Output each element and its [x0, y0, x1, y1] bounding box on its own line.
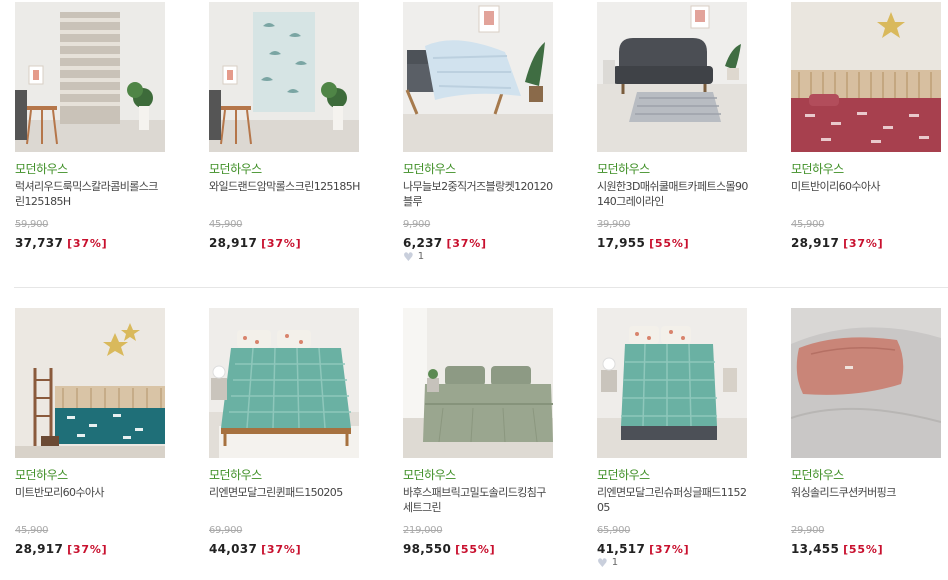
brand-name[interactable]: 모던하우스 [791, 466, 844, 483]
price-line: 37,737 [37%] [15, 232, 108, 251]
sale-price: 28,917 [791, 236, 840, 250]
row-divider [14, 287, 948, 288]
like-button[interactable]: ♥ 1 [597, 555, 619, 570]
original-price: 69,900 [209, 525, 243, 536]
product-name[interactable]: 와일드랜드암막롤스크린125185H [209, 179, 361, 194]
discount-rate: [37%] [649, 543, 690, 556]
like-count: 1 [611, 557, 619, 568]
product-image[interactable] [791, 2, 941, 152]
price-line: 44,037 [37%] [209, 538, 302, 557]
brand-name[interactable]: 모던하우스 [209, 160, 262, 177]
original-price: 65,900 [597, 525, 631, 536]
discount-rate: [37%] [67, 543, 108, 556]
like-count: 1 [417, 251, 425, 262]
product-name[interactable]: 바후스패브릭고밀도솔리드킹침구세트그린 [403, 485, 555, 515]
sale-price: 44,037 [209, 542, 258, 556]
price-line: 28,917 [37%] [791, 232, 884, 251]
original-price: 219,000 [403, 525, 443, 536]
price-line: 41,517 [37%] [597, 538, 690, 557]
brand-name[interactable]: 모던하우스 [209, 466, 262, 483]
discount-rate: [55%] [843, 543, 884, 556]
product-image[interactable] [15, 308, 165, 458]
original-price: 45,900 [791, 219, 825, 230]
product-image[interactable] [209, 2, 359, 152]
brand-name[interactable]: 모던하우스 [15, 466, 68, 483]
brand-name[interactable]: 모던하우스 [403, 160, 456, 177]
price-line: 28,917 [37%] [209, 232, 302, 251]
price-line: 28,917 [37%] [15, 538, 108, 557]
price-line: 98,550 [55%] [403, 538, 496, 557]
discount-rate: [37%] [261, 237, 302, 250]
product-image[interactable] [791, 308, 941, 458]
sale-price: 28,917 [15, 542, 64, 556]
price-line: 17,955 [55%] [597, 232, 690, 251]
product-row-1: 모던하우스 럭셔리우드룩믹스칼라콤비롤스크린125185H 59,900 37,… [0, 0, 948, 270]
sale-price: 13,455 [791, 542, 840, 556]
sale-price: 6,237 [403, 236, 443, 250]
discount-rate: [37%] [446, 237, 487, 250]
product-name[interactable]: 나무늘보2중직거즈블랑켓120120블루 [403, 179, 555, 209]
product-name[interactable]: 워싱솔리드쿠션커버핑크 [791, 485, 943, 500]
brand-name[interactable]: 모던하우스 [597, 160, 650, 177]
product-name[interactable]: 리엔면모달그린퀸패드150205 [209, 485, 361, 500]
product-name[interactable]: 시원한3D매쉬쿨매트카페트스몰90140그레이라인 [597, 179, 749, 209]
price-line: 13,455 [55%] [791, 538, 884, 557]
product-image[interactable] [15, 2, 165, 152]
product-name[interactable]: 미트반모리60수아사 [15, 485, 167, 500]
heart-icon: ♥ [597, 555, 608, 570]
product-image[interactable] [597, 308, 747, 458]
like-button[interactable]: ♥ 1 [403, 249, 425, 264]
product-name[interactable]: 리엔면모달그린슈퍼싱글패드115205 [597, 485, 749, 515]
discount-rate: [37%] [261, 543, 302, 556]
original-price: 29,900 [791, 525, 825, 536]
discount-rate: [37%] [67, 237, 108, 250]
price-line: 6,237 [37%] [403, 232, 487, 251]
product-image[interactable] [403, 2, 553, 152]
discount-rate: [37%] [843, 237, 884, 250]
discount-rate: [55%] [649, 237, 690, 250]
product-image[interactable] [403, 308, 553, 458]
brand-name[interactable]: 모던하우스 [403, 466, 456, 483]
product-name[interactable]: 럭셔리우드룩믹스칼라콤비롤스크린125185H [15, 179, 167, 209]
sale-price: 98,550 [403, 542, 452, 556]
original-price: 39,900 [597, 219, 631, 230]
product-image[interactable] [597, 2, 747, 152]
sale-price: 37,737 [15, 236, 64, 250]
brand-name[interactable]: 모던하우스 [791, 160, 844, 177]
original-price: 45,900 [209, 219, 243, 230]
sale-price: 28,917 [209, 236, 258, 250]
product-image[interactable] [209, 308, 359, 458]
sale-price: 41,517 [597, 542, 646, 556]
heart-icon: ♥ [403, 249, 414, 264]
product-name[interactable]: 미트반이리60수아사 [791, 179, 943, 194]
product-row-2: 모던하우스 미트반모리60수아사 45,900 28,917 [37%] 모던하… [0, 306, 948, 576]
original-price: 45,900 [15, 525, 49, 536]
brand-name[interactable]: 모던하우스 [597, 466, 650, 483]
sale-price: 17,955 [597, 236, 646, 250]
discount-rate: [55%] [455, 543, 496, 556]
brand-name[interactable]: 모던하우스 [15, 160, 68, 177]
original-price: 9,900 [403, 219, 431, 230]
original-price: 59,900 [15, 219, 49, 230]
